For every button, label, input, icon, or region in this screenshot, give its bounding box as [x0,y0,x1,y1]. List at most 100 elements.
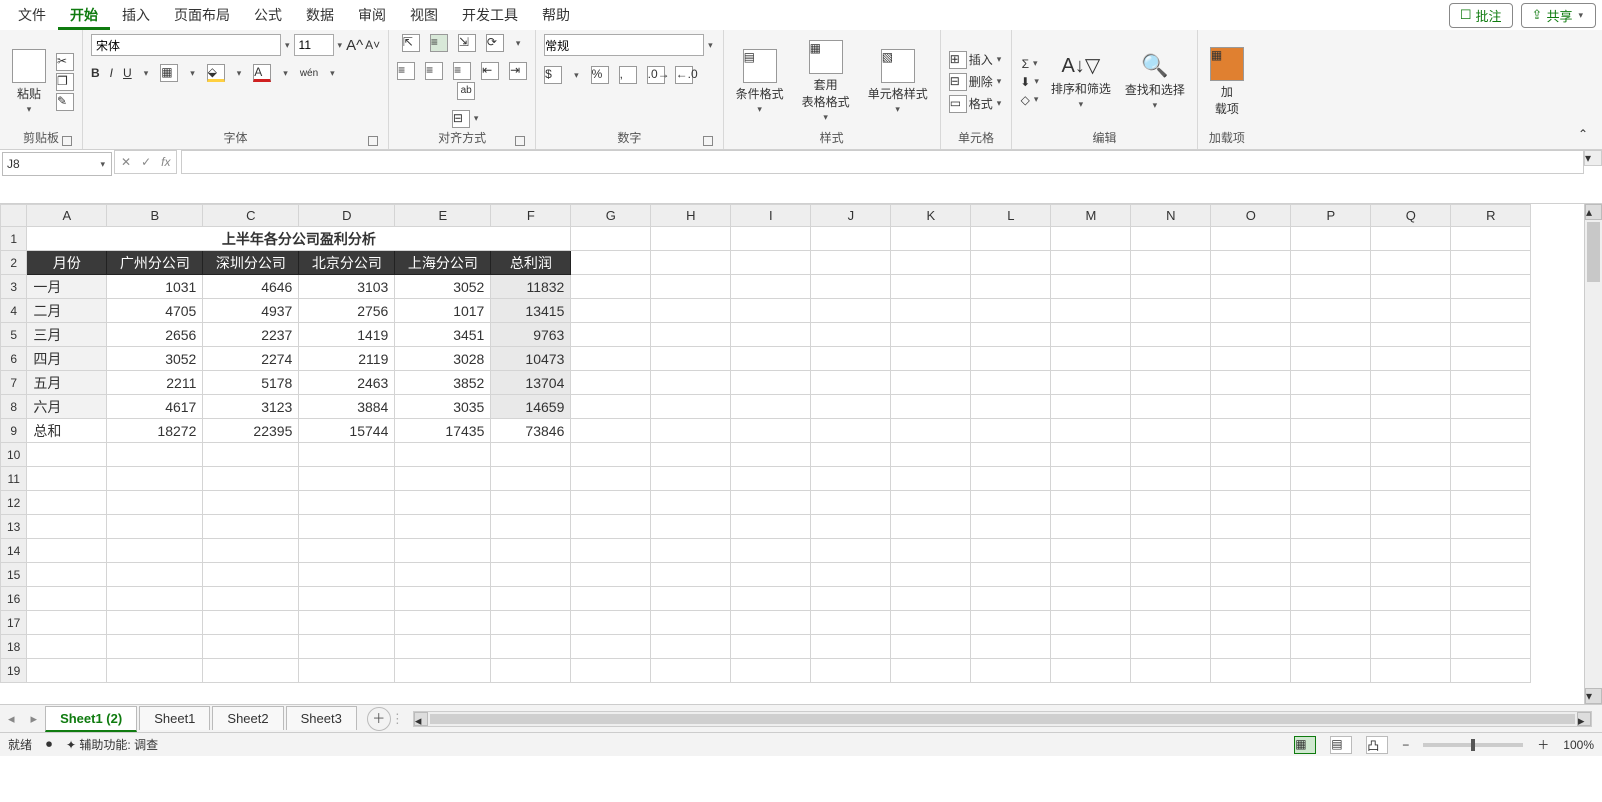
cell[interactable] [1371,419,1451,443]
cell[interactable] [491,467,571,491]
cell[interactable] [1051,275,1131,299]
cell[interactable]: 15744 [299,419,395,443]
cell[interactable] [571,515,651,539]
cell-styles-button[interactable]: ▧单元格样式▾ [864,47,932,117]
scroll-down-icon[interactable]: ▾ [1585,688,1602,704]
cell[interactable] [1131,395,1211,419]
scroll-thumb[interactable] [1587,222,1600,282]
cell[interactable] [1451,491,1531,515]
cell[interactable] [811,563,891,587]
cell[interactable] [395,563,491,587]
cell[interactable] [891,227,971,251]
cell[interactable] [891,635,971,659]
cell[interactable] [203,539,299,563]
chevron-down-icon[interactable]: ▾ [98,159,107,170]
cell[interactable] [571,443,651,467]
cell[interactable] [891,251,971,275]
menu-tab-5[interactable]: 数据 [294,3,346,27]
cell[interactable] [203,515,299,539]
cell[interactable] [395,635,491,659]
cell[interactable] [203,563,299,587]
cell[interactable] [1451,323,1531,347]
border-icon[interactable]: ▦ [160,64,178,82]
cell[interactable] [1211,587,1291,611]
cell[interactable] [1291,563,1371,587]
cell[interactable] [731,251,811,275]
sort-filter-button[interactable]: A↓▽排序和筛选▾ [1047,51,1115,112]
cell[interactable] [731,371,811,395]
addins-button[interactable]: ▦加 载项 [1206,45,1248,119]
cell[interactable] [731,491,811,515]
cell[interactable] [731,659,811,683]
cut-icon[interactable]: ✂ [56,53,74,71]
cell[interactable] [811,395,891,419]
cell[interactable] [1371,275,1451,299]
cell[interactable]: 3451 [395,323,491,347]
row-header[interactable]: 5 [1,323,27,347]
cell[interactable] [1291,659,1371,683]
cell[interactable]: 10473 [491,347,571,371]
cell[interactable]: 2274 [203,347,299,371]
phonetic-icon[interactable]: wén [300,68,318,79]
cell[interactable]: 14659 [491,395,571,419]
row-header[interactable]: 3 [1,275,27,299]
cell[interactable]: 1017 [395,299,491,323]
cell[interactable] [107,587,203,611]
format-painter-icon[interactable]: ✎ [56,93,74,111]
cell[interactable] [107,635,203,659]
cell[interactable] [731,467,811,491]
cell[interactable] [27,659,107,683]
cell[interactable] [107,491,203,515]
cell[interactable] [1211,659,1291,683]
cell[interactable]: 18272 [107,419,203,443]
column-header[interactable]: P [1291,205,1371,227]
cell[interactable] [395,659,491,683]
cell[interactable] [651,467,731,491]
cell[interactable] [1131,659,1211,683]
cell[interactable]: 4617 [107,395,203,419]
cell[interactable] [299,467,395,491]
font-color-icon[interactable]: A [253,64,271,82]
tab-nav-next-icon[interactable]: ▸ [23,711,46,727]
cell[interactable] [299,491,395,515]
cell[interactable] [1451,371,1531,395]
cell[interactable] [651,635,731,659]
menu-tab-9[interactable]: 帮助 [530,3,582,27]
cell[interactable] [1051,395,1131,419]
sheet-tab[interactable]: Sheet1 [139,706,210,730]
cell[interactable]: 73846 [491,419,571,443]
cell[interactable]: 六月 [27,395,107,419]
column-header[interactable]: O [1211,205,1291,227]
sheet-tab[interactable]: Sheet3 [286,706,357,730]
accessibility-status[interactable]: ✦ 辅助功能: 调查 [66,736,158,753]
cell[interactable] [971,539,1051,563]
column-header[interactable]: F [491,205,571,227]
cell[interactable]: 深圳分公司 [203,251,299,275]
cell[interactable] [971,467,1051,491]
cell[interactable] [971,635,1051,659]
cell[interactable] [1051,539,1131,563]
cell[interactable] [1371,587,1451,611]
cell[interactable] [1211,419,1291,443]
enter-icon[interactable]: ✓ [141,155,151,169]
cell[interactable]: 13704 [491,371,571,395]
cell[interactable] [1051,491,1131,515]
cell[interactable] [1291,323,1371,347]
increase-font-icon[interactable]: A^ [346,37,363,54]
cell[interactable]: 四月 [27,347,107,371]
row-header[interactable]: 8 [1,395,27,419]
row-header[interactable]: 15 [1,563,27,587]
cell[interactable] [1451,539,1531,563]
cell[interactable] [891,467,971,491]
cell[interactable] [1451,275,1531,299]
cell[interactable] [1051,587,1131,611]
cell[interactable] [1211,323,1291,347]
cell[interactable] [811,299,891,323]
cell[interactable] [1451,251,1531,275]
sheet-tab[interactable]: Sheet1 (2) [45,706,137,732]
chevron-down-icon[interactable]: ▾ [283,40,292,51]
cell[interactable] [811,467,891,491]
cell[interactable] [491,659,571,683]
font-name-input[interactable] [91,34,281,56]
cell[interactable]: 2119 [299,347,395,371]
